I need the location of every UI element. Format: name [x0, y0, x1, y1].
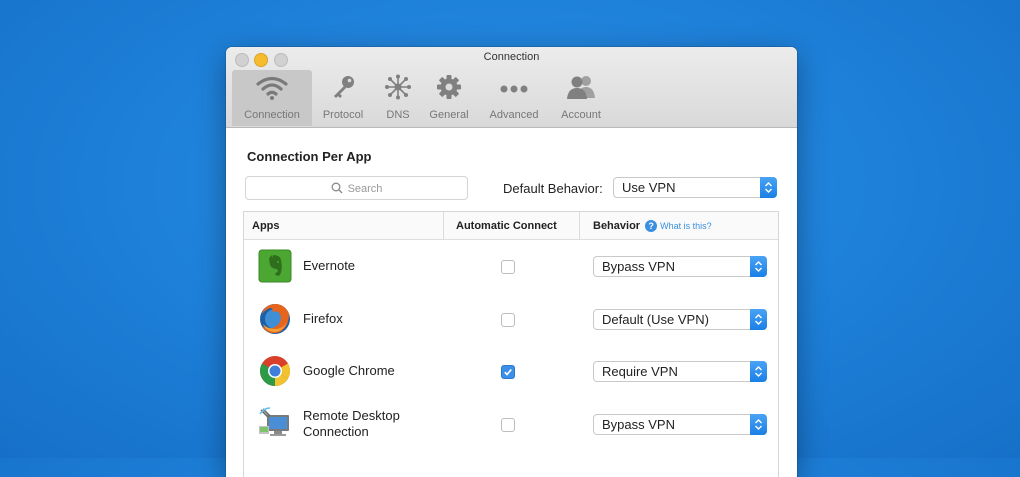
behavior-value: Bypass VPN — [602, 417, 675, 432]
more-dots-icon — [500, 85, 528, 93]
default-behavior-label: Default Behavior: — [503, 181, 603, 196]
help-icon[interactable]: ? — [645, 220, 658, 232]
behavior-value: Bypass VPN — [602, 259, 675, 274]
column-divider — [579, 212, 580, 239]
table-row: Firefox Default (Use VPN) — [244, 293, 778, 345]
tab-advanced[interactable]: Advanced — [480, 70, 548, 126]
chevron-updown-icon — [750, 256, 767, 277]
auto-connect-checkbox[interactable] — [501, 313, 515, 327]
users-icon — [567, 76, 595, 99]
tab-dns[interactable]: DNS — [376, 70, 420, 126]
chevron-updown-icon — [750, 309, 767, 330]
behavior-select[interactable]: Default (Use VPN) — [593, 309, 767, 330]
tab-account[interactable]: Account — [552, 70, 610, 126]
preferences-window: Connection Connection Protocol DNS Gener… — [226, 47, 797, 477]
evernote-icon — [258, 249, 292, 283]
table-header: Apps Automatic Connect Behavior? What is … — [244, 212, 778, 240]
header-behavior-group: Behavior? What is this? — [593, 220, 712, 232]
table-row: Remote Desktop Connection Bypass VPN — [244, 398, 778, 450]
apps-table: Apps Automatic Connect Behavior? What is … — [243, 211, 779, 477]
app-name: Firefox — [303, 311, 343, 326]
search-input[interactable]: Search — [245, 176, 468, 200]
chevron-updown-icon — [760, 177, 777, 198]
tab-general[interactable]: General — [424, 70, 474, 126]
tab-label: DNS — [386, 109, 410, 121]
titlebar: Connection Connection Protocol DNS Gener… — [226, 47, 797, 128]
tab-label: General — [429, 109, 469, 121]
auto-connect-checkbox[interactable] — [501, 365, 515, 379]
firefox-icon — [260, 304, 290, 334]
tab-protocol[interactable]: Protocol — [316, 70, 370, 126]
tab-connection[interactable]: Connection — [232, 70, 312, 126]
tab-label: Account — [561, 109, 601, 121]
what-is-this-link[interactable]: What is this? — [660, 221, 712, 231]
behavior-select[interactable]: Bypass VPN — [593, 256, 767, 277]
search-icon — [331, 182, 343, 194]
tab-label: Connection — [244, 109, 300, 121]
gear-icon — [437, 75, 461, 99]
app-name: Google Chrome — [303, 363, 395, 378]
behavior-value: Default (Use VPN) — [602, 312, 709, 327]
remote-desktop-icon — [259, 407, 289, 436]
behavior-select[interactable]: Bypass VPN — [593, 414, 767, 435]
panel-heading: Connection Per App — [247, 149, 372, 164]
column-divider — [443, 212, 444, 239]
auto-connect-checkbox[interactable] — [501, 418, 515, 432]
header-behavior: Behavior — [593, 220, 641, 232]
header-auto-connect: Automatic Connect — [456, 220, 557, 232]
behavior-select[interactable]: Require VPN — [593, 361, 767, 382]
key-icon — [334, 76, 354, 98]
default-behavior-select[interactable]: Use VPN — [613, 177, 777, 198]
auto-connect-checkbox[interactable] — [501, 260, 515, 274]
app-name: Evernote — [303, 258, 356, 273]
header-apps: Apps — [252, 220, 280, 232]
chrome-icon — [259, 356, 291, 387]
tab-label: Protocol — [322, 109, 364, 121]
behavior-value: Require VPN — [602, 364, 678, 379]
app-name: Remote Desktop Connection — [303, 408, 400, 439]
window-title: Connection — [483, 51, 540, 63]
chevron-updown-icon — [750, 414, 767, 435]
wifi-icon — [256, 76, 288, 100]
table-row: Google Chrome Require VPN — [244, 345, 778, 397]
network-icon — [385, 74, 411, 100]
search-placeholder: Search — [347, 183, 383, 195]
checkmark-icon — [504, 368, 512, 376]
connection-panel: Connection Per App Search Default Behavi… — [226, 128, 797, 477]
chevron-updown-icon — [750, 361, 767, 382]
default-behavior-value: Use VPN — [622, 180, 676, 195]
table-row: Evernote Bypass VPN — [244, 240, 778, 292]
tab-label: Advanced — [489, 109, 539, 121]
